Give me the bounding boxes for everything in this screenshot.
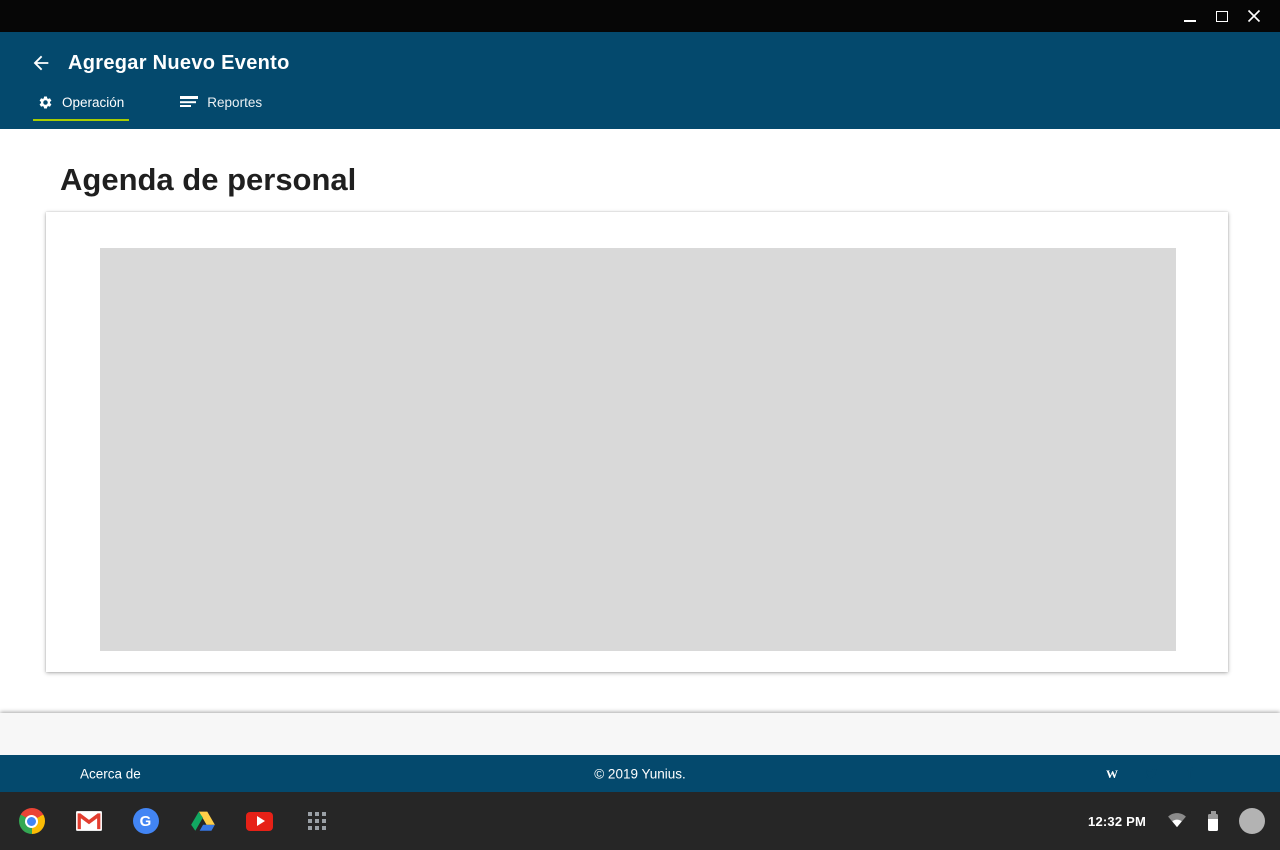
clock: 12:32 PM bbox=[1088, 814, 1146, 829]
shelf-taskbar: G 12:32 PM bbox=[0, 792, 1280, 850]
launcher-button[interactable] bbox=[303, 808, 330, 835]
tab-bar: Operación Reportes bbox=[33, 92, 267, 112]
copyright-text: © 2019 Yunius. bbox=[594, 766, 686, 781]
wifi-icon bbox=[1167, 812, 1187, 828]
content-placeholder bbox=[100, 248, 1176, 651]
facebook-glyph: f bbox=[1188, 765, 1193, 782]
arrow-back-icon bbox=[30, 52, 52, 74]
content-card bbox=[46, 212, 1228, 672]
tab-label-operacion: Operación bbox=[62, 95, 124, 110]
maximize-icon bbox=[1216, 11, 1228, 22]
close-button[interactable] bbox=[1238, 0, 1270, 32]
footer-strip bbox=[0, 713, 1280, 755]
drive-button[interactable] bbox=[189, 808, 216, 835]
tab-reportes[interactable]: Reportes bbox=[175, 92, 267, 112]
window-titlebar bbox=[0, 0, 1280, 32]
battery-icon[interactable] bbox=[1208, 811, 1218, 831]
footer-bar: Acerca de © 2019 Yunius. W f bbox=[0, 755, 1280, 792]
tab-label-reportes: Reportes bbox=[207, 95, 262, 110]
user-avatar[interactable] bbox=[1239, 808, 1265, 834]
screen: Agregar Nuevo Evento Operación Reportes … bbox=[0, 0, 1280, 850]
back-button[interactable] bbox=[29, 51, 53, 75]
minimize-icon bbox=[1184, 20, 1196, 22]
youtube-icon bbox=[246, 812, 273, 831]
wordpress-glyph: W bbox=[1106, 768, 1118, 780]
youtube-button[interactable] bbox=[246, 808, 273, 835]
maximize-button[interactable] bbox=[1206, 0, 1238, 32]
twitter-bird-icon bbox=[1145, 767, 1158, 780]
minimize-button[interactable] bbox=[1174, 0, 1206, 32]
section-heading: Agenda de personal bbox=[60, 162, 1280, 198]
gmail-button[interactable] bbox=[75, 808, 102, 835]
twitter-icon[interactable] bbox=[1140, 763, 1162, 785]
app-header: Agregar Nuevo Evento Operación Reportes bbox=[0, 32, 1280, 129]
tab-operacion[interactable]: Operación bbox=[33, 92, 129, 112]
drive-icon bbox=[190, 809, 216, 833]
shelf-apps: G bbox=[0, 808, 330, 835]
gear-icon bbox=[38, 95, 53, 110]
wifi-button[interactable] bbox=[1167, 812, 1187, 831]
list-lines-icon bbox=[180, 96, 198, 108]
main-content: Agenda de personal Acerca de © 2019 Yuni… bbox=[0, 129, 1280, 792]
chrome-icon bbox=[19, 808, 45, 834]
chrome-button[interactable] bbox=[18, 808, 45, 835]
google-g-glyph: G bbox=[140, 813, 152, 830]
facebook-icon[interactable]: f bbox=[1179, 763, 1201, 785]
battery-body bbox=[1208, 814, 1218, 831]
launcher-grid-icon bbox=[308, 812, 326, 830]
page-title: Agregar Nuevo Evento bbox=[68, 52, 290, 75]
play-triangle-icon bbox=[257, 816, 265, 826]
about-link[interactable]: Acerca de bbox=[80, 766, 141, 781]
header-title-row: Agregar Nuevo Evento bbox=[0, 32, 1280, 75]
close-icon bbox=[1247, 9, 1261, 23]
status-area[interactable]: 12:32 PM bbox=[1088, 808, 1280, 834]
wordpress-icon[interactable]: W bbox=[1101, 763, 1123, 785]
social-links: W f bbox=[1101, 763, 1201, 785]
google-icon: G bbox=[133, 808, 159, 834]
google-button[interactable]: G bbox=[132, 808, 159, 835]
gmail-icon bbox=[76, 811, 102, 831]
